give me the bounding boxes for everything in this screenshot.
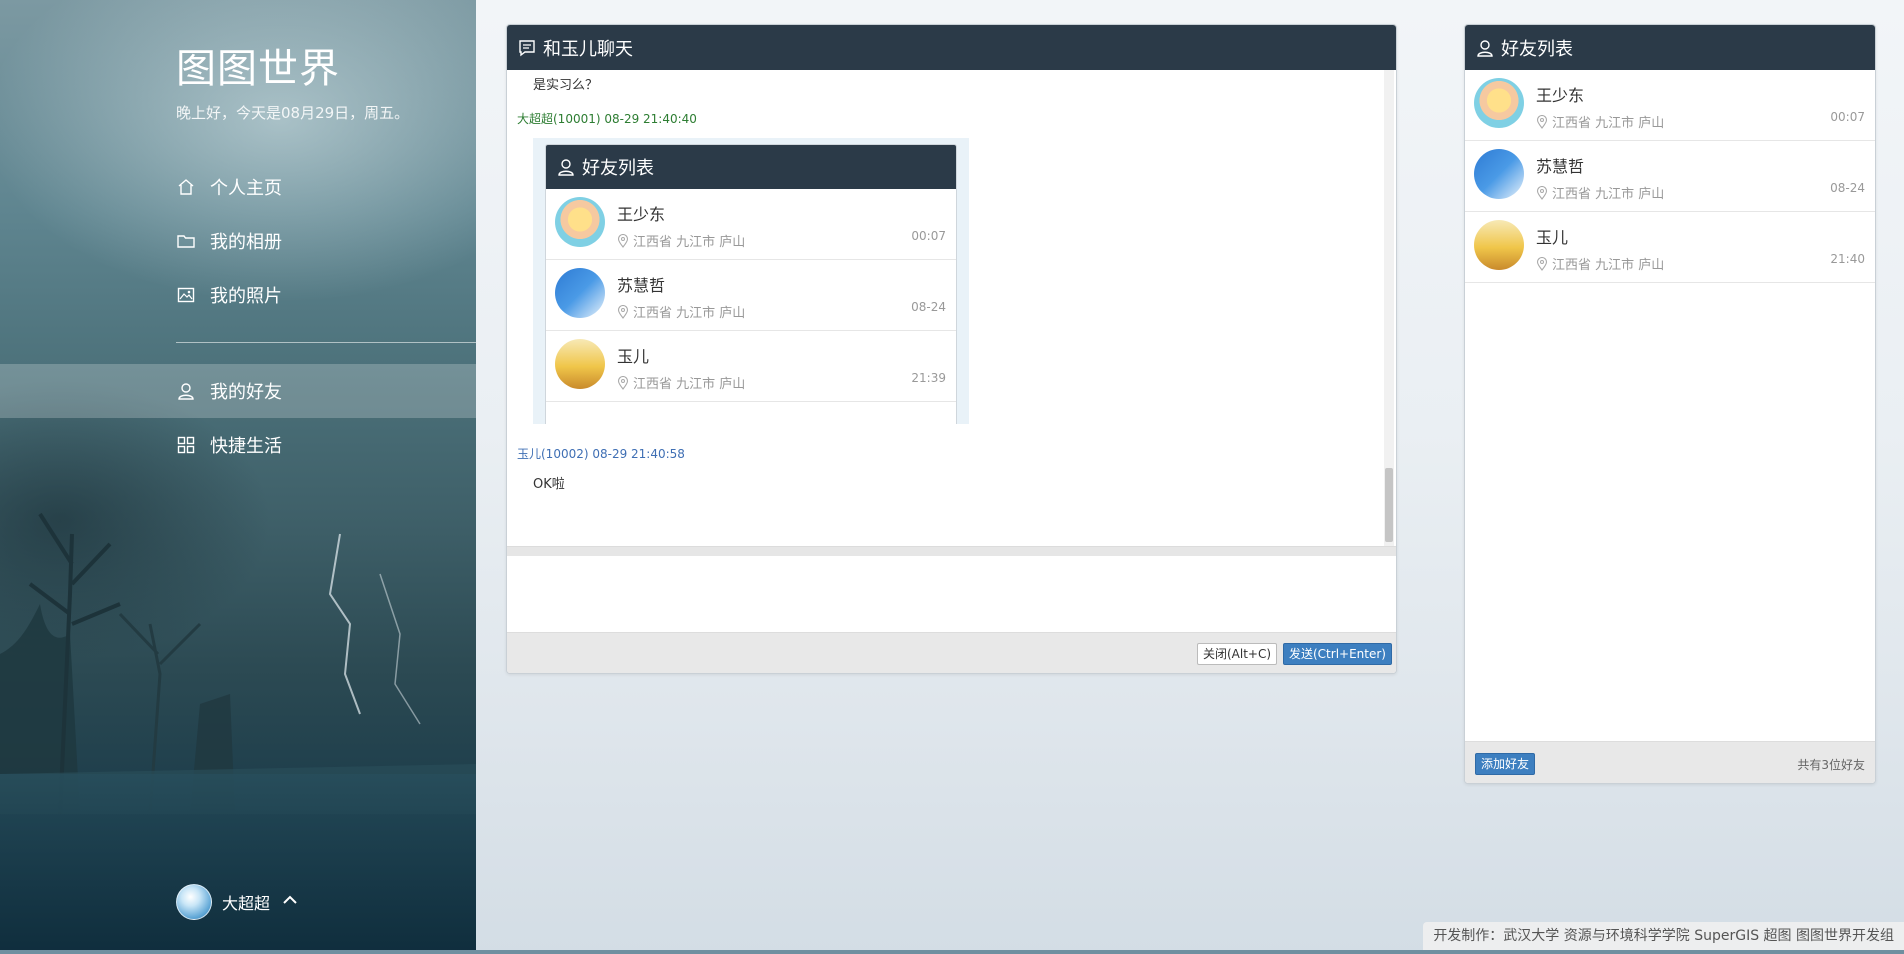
scrollbar-thumb[interactable] [1385,468,1393,542]
user-icon [176,381,196,401]
location-pin-icon [1536,114,1548,129]
location-text: 江西省 九江市 庐山 [633,377,746,392]
friends-header: 好友列表 [1465,25,1875,70]
location-pin-icon [1536,185,1548,200]
friend-item[interactable]: 王少东 江西省 九江市 庐山 00:07 [1465,70,1875,141]
avatar [555,268,605,318]
nav-item-photos[interactable]: 我的照片 [0,268,476,322]
avatar [176,884,212,920]
friends-footer: 添加好友 共有3位好友 [1465,741,1875,783]
taskbar-strip [0,950,1904,954]
nav-item-albums[interactable]: 我的相册 [0,214,476,268]
image-icon [176,285,196,305]
location-pin-icon [1536,256,1548,271]
user-icon [1475,38,1495,58]
user-menu[interactable]: 大超超 [176,884,298,920]
message-text: 是实习么？ [533,78,599,93]
credits: 开发制作：武汉大学 资源与环境科学学院 SuperGIS 超图 图图世界开发组 [1423,922,1904,950]
friend-location: 江西省 九江市 庐山 [617,231,745,250]
location-text: 江西省 九江市 庐山 [1552,116,1665,131]
location-text: 江西省 九江市 庐山 [633,235,746,250]
embedded-friend-item: 玉儿 江西省 九江市 庐山 21:39 [546,331,956,402]
close-button[interactable]: 关闭(Alt+C) [1197,643,1278,665]
avatar [1474,78,1524,128]
divider [507,546,1396,556]
nav-label: 我的照片 [210,286,282,307]
chat-title: 和玉儿聊天 [543,38,633,60]
avatar [555,339,605,389]
avatar [1474,220,1524,270]
nav-label: 我的相册 [210,232,282,253]
friends-title: 好友列表 [1501,38,1573,60]
chat-panel: 和玉儿聊天 是实习么？ 大超超(10001) 08-29 21:40:40 好友… [506,24,1397,674]
friend-time: 21:40 [1830,252,1865,266]
message-text: OK啦 [533,477,565,492]
avatar [1474,149,1524,199]
friend-location: 江西省 九江市 庐山 [1536,254,1664,273]
friend-name: 王少东 [617,205,666,224]
nav-item-home[interactable]: 个人主页 [0,160,476,214]
friend-name: 苏慧哲 [1536,157,1585,176]
message-meta: 大超超(10001) 08-29 21:40:40 [517,112,697,126]
friend-location: 江西省 九江市 庐山 [617,373,745,392]
nav-divider [176,342,476,343]
nav-label: 快捷生活 [210,436,282,457]
friend-count: 共有3位好友 [1797,758,1865,772]
add-friend-button[interactable]: 添加好友 [1475,753,1536,775]
friend-time: 00:07 [911,229,946,243]
friend-time: 08-24 [911,300,946,314]
friend-location: 江西省 九江市 庐山 [617,302,745,321]
location-pin-icon [617,233,629,248]
background-trees [0,512,476,814]
location-text: 江西省 九江市 庐山 [1552,258,1665,273]
friend-location: 江西省 九江市 庐山 [1536,183,1664,202]
friend-name: 玉儿 [617,347,650,366]
nav-label: 个人主页 [210,178,282,199]
friends-panel: 好友列表 王少东 江西省 九江市 庐山 00:07 苏慧哲 江西省 九江市 庐山… [1464,24,1876,784]
user-name: 大超超 [222,894,271,913]
greeting-text: 晚上好，今天是08月29日，周五。 [176,104,410,122]
nav-label: 我的好友 [210,382,282,403]
embedded-header: 好友列表 [546,145,956,189]
friend-location: 江西省 九江市 庐山 [1536,112,1664,131]
brand-title[interactable]: 图图世界 [176,36,340,94]
avatar [555,197,605,247]
chat-footer: 关闭(Alt+C) 发送(Ctrl+Enter) [507,632,1396,673]
chevron-up-icon[interactable] [282,894,298,910]
grid-icon [176,435,196,455]
embedded-title: 好友列表 [582,158,654,179]
message-image[interactable]: 好友列表 王少东 江西省 九江市 庐山 00:07 苏慧哲 江西省 九江市 庐山… [533,138,969,424]
folder-icon [176,231,196,251]
friend-time: 21:39 [911,371,946,385]
location-text: 江西省 九江市 庐山 [1552,187,1665,202]
nav-item-friends[interactable]: 我的好友 [0,364,476,418]
message-icon [517,38,537,58]
chat-messages[interactable]: 是实习么？ 大超超(10001) 08-29 21:40:40 好友列表 王少东… [507,70,1396,546]
user-icon [556,157,576,177]
home-icon [176,177,196,197]
scrollbar[interactable] [1384,70,1394,546]
location-pin-icon [617,304,629,319]
friend-name: 苏慧哲 [617,276,666,295]
friend-time: 08-24 [1830,181,1865,195]
friend-time: 00:07 [1830,110,1865,124]
embedded-friend-item: 苏慧哲 江西省 九江市 庐山 08-24 [546,260,956,331]
friend-name: 王少东 [1536,86,1585,105]
friend-name: 玉儿 [1536,228,1569,247]
embedded-friend-item: 王少东 江西省 九江市 庐山 00:07 [546,189,956,260]
friend-item[interactable]: 苏慧哲 江西省 九江市 庐山 08-24 [1465,141,1875,212]
send-button[interactable]: 发送(Ctrl+Enter) [1283,643,1392,665]
nav-item-quicklife[interactable]: 快捷生活 [0,418,476,472]
chat-header: 和玉儿聊天 [507,25,1396,70]
embedded-friend-list: 好友列表 王少东 江西省 九江市 庐山 00:07 苏慧哲 江西省 九江市 庐山… [545,144,957,424]
background-water [0,774,476,954]
location-text: 江西省 九江市 庐山 [633,306,746,321]
friend-list: 王少东 江西省 九江市 庐山 00:07 苏慧哲 江西省 九江市 庐山 08-2… [1465,70,1875,283]
message-meta: 玉儿(10002) 08-29 21:40:58 [517,447,685,461]
sidebar: 图图世界 晚上好，今天是08月29日，周五。 个人主页 我的相册 我的照片 我的… [0,0,476,954]
friend-item[interactable]: 玉儿 江西省 九江市 庐山 21:40 [1465,212,1875,283]
location-pin-icon [617,375,629,390]
